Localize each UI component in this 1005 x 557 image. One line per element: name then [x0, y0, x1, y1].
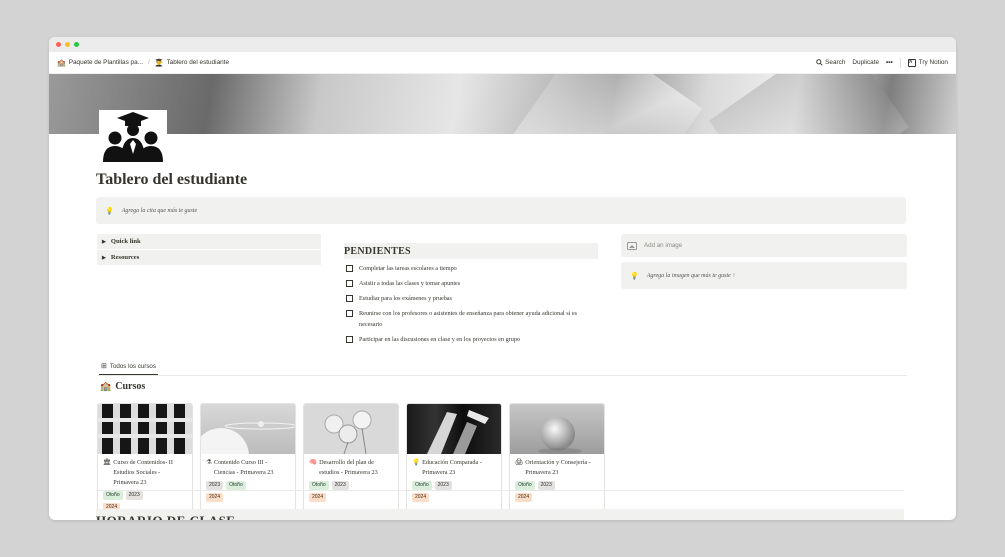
todo-checkbox[interactable]	[346, 310, 353, 317]
course-name: ⚗ Contenido Curso III - Ciencias - Prima…	[206, 459, 274, 476]
image-icon	[627, 241, 637, 250]
maximize-window-button[interactable]	[74, 42, 79, 47]
toggle-list: ▶ Quick link ▶ Resources	[97, 234, 321, 266]
course-cover-image	[510, 404, 604, 454]
duplicate-button[interactable]: Duplicate	[852, 59, 879, 66]
course-name: 🏛 Curso de Contenidos- II Estudios Socia…	[103, 459, 173, 486]
lightbulb-icon: 💡	[412, 459, 421, 466]
todo-checkbox[interactable]	[346, 265, 353, 272]
graduation-group-icon[interactable]	[99, 110, 167, 166]
todo-item: Asistir a todas las clases y tomar apunt…	[344, 278, 598, 289]
search-button[interactable]: Search	[816, 59, 845, 66]
course-card[interactable]: 🖨 Orientación y Consejería - Primavera 2…	[509, 403, 605, 520]
tag-year: 2024	[206, 493, 224, 502]
course-tags: Otoño 2023	[412, 481, 496, 490]
cover-shape	[495, 74, 703, 134]
lightbulb-icon: 💡	[630, 271, 639, 280]
tag-season: Otoño	[412, 481, 432, 490]
toggle-resources[interactable]: ▶ Resources	[97, 250, 321, 265]
try-notion-button[interactable]: N Try Notion	[907, 58, 948, 67]
flask-icon: ⚗	[206, 459, 212, 466]
course-tags: Otoño 2023	[515, 481, 599, 490]
course-card[interactable]: 🧠 Desarrollo del plan de estudios - Prim…	[303, 403, 399, 520]
tag-year: 2023	[125, 491, 143, 500]
courses-gallery: 🏛 Curso de Contenidos- II Estudios Socia…	[97, 403, 605, 520]
browser-window: 🏫 Paquete de Plantillas pa... / 👨‍🎓 Tabl…	[49, 37, 956, 520]
todo-block: PENDIENTES Completar las tareas escolare…	[344, 243, 598, 345]
add-image-block[interactable]: Add an image	[621, 234, 907, 257]
topbar-divider	[899, 57, 901, 68]
minimize-window-button[interactable]	[65, 42, 70, 47]
image-placeholder-callout[interactable]: 💡 Agrega la imagen que más te guste ↑	[621, 262, 907, 289]
tag-season: Otoño	[226, 481, 246, 490]
page-cover-image[interactable]	[49, 74, 956, 134]
cover-shape	[709, 74, 909, 134]
todo-item: Estudiar para los exámenes y pruebas	[344, 293, 598, 304]
quote-callout[interactable]: 💡 Agrega la cita que más te guste	[96, 197, 906, 224]
todo-checkbox[interactable]	[346, 295, 353, 302]
building-icon: 🏛	[103, 459, 112, 466]
tag-year: 2023	[331, 481, 349, 490]
quote-placeholder-text: Agrega la cita que más te guste	[121, 207, 198, 214]
tag-year: 2023	[206, 481, 224, 490]
todo-item: Completar las tareas escolares a tiempo	[344, 263, 598, 274]
course-name: 🧠 Desarrollo del plan de estudios - Prim…	[309, 459, 378, 476]
course-cover-image	[304, 404, 398, 454]
tag-year: 2023	[434, 481, 452, 490]
course-cover-image	[98, 404, 192, 454]
todo-checkbox[interactable]	[346, 336, 353, 343]
tag-season: Otoño	[103, 491, 123, 500]
tag-year: 2024	[103, 503, 121, 512]
printer-icon: 🖨	[515, 459, 524, 466]
tag-year: 2024	[515, 493, 533, 502]
tag-year: 2023	[537, 481, 555, 490]
window-titlebar	[49, 37, 956, 52]
todo-item: Participar en las discusiones en clase y…	[344, 334, 598, 345]
lightbulb-icon: 💡	[105, 206, 114, 215]
course-card[interactable]: 💡 Educación Comparada - Primavera 23 Oto…	[406, 403, 502, 520]
toggle-triangle-icon[interactable]: ▶	[102, 255, 106, 261]
notion-topbar: 🏫 Paquete de Plantillas pa... / 👨‍🎓 Tabl…	[49, 52, 956, 74]
course-tags: Otoño 2023	[103, 491, 187, 500]
tag-year: 2024	[309, 493, 327, 502]
todo-item: Reunirse con los profesores o asistentes…	[344, 308, 598, 330]
close-window-button[interactable]	[56, 42, 61, 47]
section-divider	[96, 490, 904, 491]
tag-season: Otoño	[515, 481, 535, 490]
breadcrumb-separator: /	[147, 59, 150, 66]
students-icon: 👨‍🎓	[154, 59, 164, 67]
breadcrumb-current[interactable]: 👨‍🎓 Tablero del estudiante	[155, 59, 229, 67]
view-tab-divider	[97, 375, 907, 376]
courses-title[interactable]: 🏫 Cursos	[100, 381, 145, 392]
tab-todos-los-cursos[interactable]: ⊞ Todos los cursos	[99, 358, 158, 375]
search-icon	[816, 59, 823, 66]
page-title[interactable]: Tablero del estudiante	[96, 171, 247, 189]
todo-heading[interactable]: PENDIENTES	[344, 243, 598, 259]
course-cover-image	[201, 404, 295, 454]
course-tags: Otoño 2023	[309, 481, 393, 490]
course-card[interactable]: ⚗ Contenido Curso III - Ciencias - Prima…	[200, 403, 296, 520]
more-options-button[interactable]: •••	[886, 59, 893, 66]
course-name: 🖨 Orientación y Consejería - Primavera 2…	[515, 459, 591, 476]
course-cover-image	[407, 404, 501, 454]
course-tags: 2023 Otoño	[206, 481, 290, 490]
tag-season: Otoño	[309, 481, 329, 490]
template-pack-icon: 🏫	[57, 59, 66, 67]
topbar-actions: Search Duplicate ••• N Try Notion	[816, 57, 948, 68]
todo-checkbox[interactable]	[346, 280, 353, 287]
course-name: 💡 Educación Comparada - Primavera 23	[412, 459, 482, 476]
tag-year: 2024	[412, 493, 430, 502]
notion-logo-icon: N	[907, 58, 916, 67]
brain-icon: 🧠	[309, 459, 318, 466]
breadcrumb-parent[interactable]: 🏫 Paquete de Plantillas pa...	[57, 59, 143, 67]
toggle-quick-link[interactable]: ▶ Quick link	[97, 234, 321, 249]
school-icon: 🏫	[100, 381, 112, 391]
gallery-view-icon: ⊞	[101, 363, 107, 370]
toggle-triangle-icon[interactable]: ▶	[102, 239, 106, 245]
course-card[interactable]: 🏛 Curso de Contenidos- II Estudios Socia…	[97, 403, 193, 520]
